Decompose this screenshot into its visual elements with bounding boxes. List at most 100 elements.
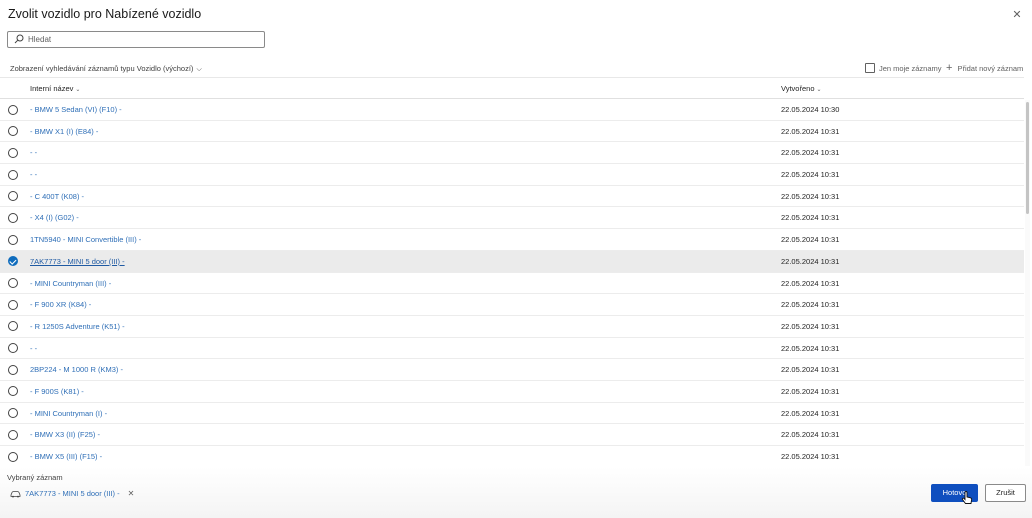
row-created-date: 22.05.2024 10:31 — [781, 321, 840, 331]
row-select-radio[interactable] — [8, 451, 18, 462]
table-row[interactable]: - - 22.05.2024 10:31 — [0, 164, 1024, 186]
search-input[interactable] — [28, 33, 258, 46]
row-created-date: 22.05.2024 10:31 — [781, 365, 840, 375]
chevron-down-icon: ⌵ — [196, 66, 202, 73]
mouse-cursor-icon — [961, 491, 973, 504]
row-created-date: 22.05.2024 10:31 — [781, 235, 840, 245]
row-created-date: 22.05.2024 10:31 — [781, 343, 840, 353]
column-header-created[interactable]: Vytvořeno ⌄ — [781, 84, 822, 93]
row-name-link[interactable]: 1TN5940 - MINI Convertible (III) - — [30, 235, 141, 244]
only-mine-toggle[interactable]: Jen moje záznamy — [865, 63, 942, 73]
row-created-date: 22.05.2024 10:31 — [781, 408, 840, 418]
search-icon — [14, 34, 24, 44]
table-row[interactable]: 2BP224 - M 1000 R (KM3) - 22.05.2024 10:3… — [0, 359, 1024, 381]
row-name-link[interactable]: - F 900S (K81) - — [30, 387, 84, 396]
row-created-date: 22.05.2024 10:31 — [781, 278, 840, 288]
row-name-link[interactable]: - F 900 XR (K84) - — [30, 300, 91, 309]
selected-record-title: Vybraný záznam — [7, 473, 63, 482]
row-select-radio[interactable] — [8, 126, 18, 137]
row-created-date: 22.05.2024 10:31 — [781, 300, 840, 310]
row-created-date: 22.05.2024 10:31 — [781, 430, 840, 440]
add-new-record-button[interactable]: + Přidat nový záznam — [946, 62, 1024, 74]
row-name-link[interactable]: 7AK7773 - MINI 5 door (III) - — [30, 257, 125, 266]
table-row[interactable]: - BMW X5 (III) (F15) - 22.05.2024 10:31 — [0, 446, 1024, 467]
row-select-radio[interactable] — [8, 212, 18, 223]
row-created-date: 22.05.2024 10:31 — [781, 386, 840, 396]
only-mine-label: Jen moje záznamy — [879, 63, 942, 73]
table-row[interactable]: - BMW 5 Sedan (VI) (F10) - 22.05.2024 10:… — [0, 99, 1024, 121]
table-row[interactable]: - X4 (I) (G02) - 22.05.2024 10:31 — [0, 207, 1024, 230]
row-created-date: 22.05.2024 10:31 — [781, 170, 840, 180]
selected-record-label[interactable]: 7AK7773 - MINI 5 door (III) - — [25, 489, 120, 498]
add-new-record-label: Přidat nový záznam — [957, 63, 1024, 73]
row-created-date: 22.05.2024 10:31 — [781, 191, 840, 201]
table-row[interactable]: - - 22.05.2024 10:31 — [0, 142, 1024, 165]
grid-header: Interní název ⌄ Vytvořeno ⌄ — [0, 77, 1024, 99]
row-select-radio[interactable] — [8, 191, 18, 202]
column-header-created-label: Vytvořeno — [781, 84, 815, 93]
row-name-link[interactable]: - R 1250S Adventure (K51) - — [30, 322, 125, 331]
row-name-link[interactable]: - - — [30, 344, 37, 353]
table-row[interactable]: - BMW X3 (II) (F25) - 22.05.2024 10:31 — [0, 424, 1024, 446]
table-row[interactable]: - BMW X1 (I) (E84) - 22.05.2024 10:31 — [0, 121, 1024, 143]
search-field[interactable] — [7, 31, 265, 48]
dialog-header: Zvolit vozidlo pro Nabízené vozidlo ✕ — [0, 0, 1032, 30]
dialog-footer: Vybraný záznam 7AK7773 - MINI 5 door (II… — [0, 467, 1032, 518]
row-name-link[interactable]: - BMW X5 (III) (F15) - — [30, 452, 102, 461]
car-icon — [10, 490, 21, 497]
table-row[interactable]: - F 900 XR (K84) - 22.05.2024 10:31 — [0, 294, 1024, 316]
row-select-radio[interactable] — [8, 256, 18, 267]
row-created-date: 22.05.2024 10:31 — [781, 452, 840, 461]
table-row[interactable]: 7AK7773 - MINI 5 door (III) - 22.05.2024 … — [0, 250, 1024, 273]
table-row[interactable]: - - 22.05.2024 10:31 — [0, 338, 1024, 360]
row-name-link[interactable]: - MINI Countryman (I) - — [30, 409, 107, 418]
row-created-date: 22.05.2024 10:31 — [781, 213, 840, 223]
table-row[interactable]: - MINI Countryman (III) - 22.05.2024 10:3… — [0, 273, 1024, 295]
row-select-radio[interactable] — [8, 147, 18, 158]
row-name-link[interactable]: - BMW X1 (I) (E84) - — [30, 127, 98, 136]
scrollbar-thumb[interactable] — [1026, 102, 1029, 214]
row-select-radio[interactable] — [8, 364, 18, 375]
row-created-date: 22.05.2024 10:30 — [781, 105, 840, 114]
selected-record-chip: 7AK7773 - MINI 5 door (III) - ✕ — [10, 489, 134, 498]
row-name-link[interactable]: - - — [30, 148, 37, 157]
dialog-title: Zvolit vozidlo pro Nabízené vozidlo — [8, 7, 202, 21]
table-row[interactable]: - F 900S (K81) - 22.05.2024 10:31 — [0, 381, 1024, 403]
row-select-radio[interactable] — [8, 408, 18, 419]
row-created-date: 22.05.2024 10:31 — [781, 148, 840, 158]
row-name-link[interactable]: 2BP224 - M 1000 R (KM3) - — [30, 365, 123, 374]
grid-rows: - BMW 5 Sedan (VI) (F10) - 22.05.2024 10:… — [0, 99, 1024, 467]
column-header-name-label: Interní název — [30, 84, 74, 93]
row-name-link[interactable]: - - — [30, 170, 37, 179]
row-name-link[interactable]: - C 400T (K08) - — [30, 192, 84, 201]
chevron-down-icon: ⌄ — [816, 87, 822, 93]
row-select-radio[interactable] — [8, 386, 18, 397]
table-row[interactable]: - R 1250S Adventure (K51) - 22.05.2024 10… — [0, 316, 1024, 338]
plus-icon: + — [946, 62, 953, 74]
row-name-link[interactable]: - X4 (I) (G02) - — [30, 213, 79, 222]
row-select-radio[interactable] — [8, 299, 18, 310]
row-select-radio[interactable] — [8, 343, 18, 354]
row-name-link[interactable]: - MINI Countryman (III) - — [30, 279, 111, 288]
column-header-name[interactable]: Interní název ⌄ — [30, 84, 80, 93]
row-select-radio[interactable] — [8, 169, 18, 180]
table-row[interactable]: 1TN5940 - MINI Convertible (III) - 22.05.… — [0, 229, 1024, 251]
row-select-radio[interactable] — [8, 104, 18, 115]
row-created-date: 22.05.2024 10:31 — [781, 126, 840, 136]
row-select-radio[interactable] — [8, 429, 18, 440]
cancel-button[interactable]: Zrušit — [985, 484, 1026, 502]
remove-selected-icon[interactable]: ✕ — [128, 489, 135, 498]
table-row[interactable]: - MINI Countryman (I) - 22.05.2024 10:31 — [0, 403, 1024, 425]
close-icon[interactable]: ✕ — [1010, 8, 1024, 22]
view-selector[interactable]: Zobrazení vyhledávání záznamů typu Vozid… — [10, 64, 202, 74]
row-select-radio[interactable] — [8, 321, 18, 332]
chevron-down-icon: ⌄ — [75, 87, 81, 93]
records-grid: Interní název ⌄ Vytvořeno ⌄ - BMW 5 Sedan … — [0, 77, 1032, 467]
row-name-link[interactable]: - BMW 5 Sedan (VI) (F10) - — [30, 105, 122, 114]
row-name-link[interactable]: - BMW X3 (II) (F25) - — [30, 430, 100, 439]
view-selector-label: Zobrazení vyhledávání záznamů typu Vozid… — [10, 64, 194, 73]
only-mine-checkbox[interactable] — [865, 63, 875, 73]
row-select-radio[interactable] — [8, 234, 18, 245]
table-row[interactable]: - C 400T (K08) - 22.05.2024 10:31 — [0, 186, 1024, 208]
row-select-radio[interactable] — [8, 278, 18, 288]
